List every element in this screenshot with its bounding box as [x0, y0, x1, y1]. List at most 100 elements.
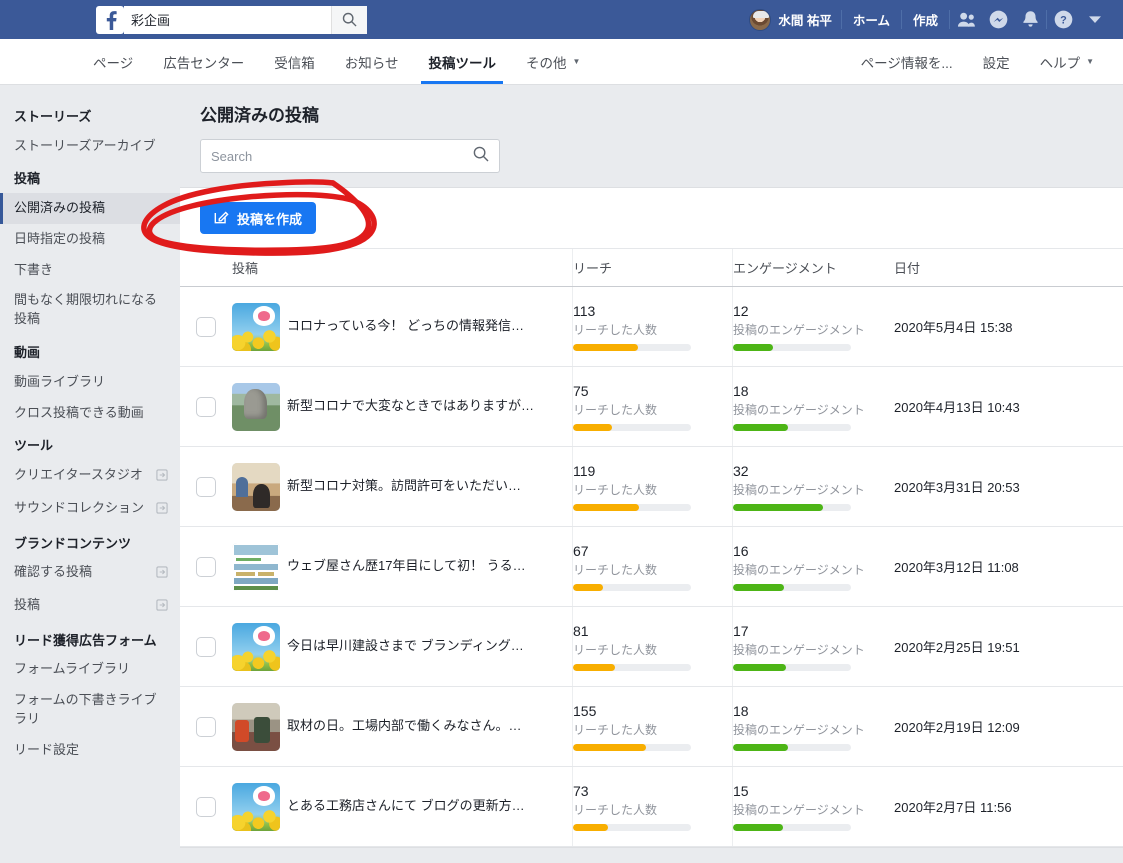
sidebar-group-title: ツール: [14, 438, 54, 454]
row-checkbox[interactable]: [196, 716, 216, 737]
avatar: [749, 8, 772, 31]
post-thumbnail[interactable]: [232, 782, 280, 831]
row-select-cell: [180, 556, 232, 577]
settings-link[interactable]: 設定: [968, 39, 1025, 84]
account-dropdown-icon[interactable]: [1079, 7, 1111, 33]
main-header: 公開済みの投稿: [180, 85, 1123, 173]
post-thumbnail[interactable]: [232, 382, 280, 431]
friend-requests-icon[interactable]: [950, 7, 982, 33]
tab-page[interactable]: ページ: [78, 39, 148, 84]
sidebar-item-label: 公開済みの投稿: [14, 199, 106, 215]
page-info-link[interactable]: ページ情報を...: [846, 39, 968, 84]
table-row[interactable]: ウェブ屋さん歴17年目にして初！ うる… 67 リーチした人数 16 投稿のエンゲージメ…: [180, 527, 1123, 607]
sidebar-item[interactable]: クリエイタースタジオ: [0, 460, 180, 493]
sidebar-item[interactable]: ストーリーズアーカイブ: [0, 131, 180, 162]
reach-cell: 155 リーチした人数: [572, 687, 732, 766]
sidebar-group-title: リード獲得広告フォーム: [14, 632, 157, 648]
sidebar-item[interactable]: リード設定: [0, 735, 180, 766]
tab-label: 設定: [982, 55, 1010, 71]
page-section-tabs: ページ 広告センター 受信箱 お知らせ 投稿ツール その他 ▼ ページ情報を..…: [0, 39, 1123, 85]
global-search-input[interactable]: [124, 5, 331, 34]
sidebar-item[interactable]: 動画ライブラリ: [0, 367, 180, 398]
engagement-bar: [733, 583, 851, 591]
sidebar-item[interactable]: サウンドコレクション: [0, 493, 180, 526]
main-content: 公開済みの投稿 投稿を作成 投稿: [180, 85, 1123, 863]
sidebar-item[interactable]: 間もなく期限切れになる投稿: [0, 285, 180, 335]
sidebar-item[interactable]: 日時指定の投稿: [0, 224, 180, 255]
help-link[interactable]: ヘルプ ▼: [1025, 39, 1109, 84]
create-post-button[interactable]: 投稿を作成: [200, 202, 317, 234]
post-title[interactable]: 新型コロナで大変なときではありますが…: [287, 398, 534, 415]
tab-notifications[interactable]: お知らせ: [330, 39, 414, 84]
row-checkbox[interactable]: [196, 796, 216, 817]
reach-cell: 81 リーチした人数: [572, 607, 732, 686]
row-checkbox[interactable]: [196, 476, 216, 497]
table-row[interactable]: とある工務店さんにて ブログの更新方… 73 リーチした人数 15 投稿のエンゲージメン…: [180, 767, 1123, 847]
post-title[interactable]: ウェブ屋さん歴17年目にして初！ うる…: [287, 558, 526, 575]
post-thumbnail[interactable]: [232, 302, 280, 351]
sidebar-item[interactable]: 確認する投稿: [0, 557, 180, 590]
account-profile-link[interactable]: 水間 祐平: [740, 7, 840, 33]
posts-table: 投稿 リーチ エンゲージメント 日付 コロナっている今！ どっちの情報発信… 11…: [180, 249, 1123, 847]
post-date: 2020年5月4日 15:38: [894, 320, 1013, 335]
home-link[interactable]: ホーム: [842, 10, 901, 29]
reach-label: リーチした人数: [573, 562, 658, 577]
reach-value: 119: [573, 463, 596, 480]
table-row[interactable]: 新型コロナ対策。訪問許可をいただい… 119 リーチした人数 32 投稿のエンゲージメン…: [180, 447, 1123, 527]
tab-ad-center[interactable]: 広告センター: [148, 39, 259, 84]
engagement-bar: [733, 663, 851, 671]
sidebar-item-label: リード設定: [14, 741, 80, 757]
sidebar-group-title: ブランドコンテンツ: [14, 535, 132, 551]
table-row[interactable]: 今日は早川建設さまで ブランディング… 81 リーチした人数 17 投稿のエンゲージメン…: [180, 607, 1123, 687]
post-title[interactable]: 新型コロナ対策。訪問許可をいただい…: [287, 478, 521, 495]
tab-publishing-tools[interactable]: 投稿ツール: [413, 39, 511, 84]
create-link[interactable]: 作成: [902, 10, 949, 29]
reach-bar: [573, 343, 691, 351]
reach-bar: [573, 823, 691, 831]
post-thumbnail[interactable]: [232, 462, 280, 511]
row-checkbox[interactable]: [196, 316, 216, 337]
row-checkbox[interactable]: [196, 556, 216, 577]
sidebar-item[interactable]: 公開済みの投稿: [0, 192, 180, 224]
row-select-cell: [180, 636, 232, 657]
engagement-cell: 15 投稿のエンゲージメント: [732, 767, 894, 846]
table-row[interactable]: 新型コロナで大変なときではありますが… 75 リーチした人数 18 投稿のエンゲージメン…: [180, 367, 1123, 447]
post-title[interactable]: 今日は早川建設さまで ブランディング…: [287, 638, 524, 655]
sidebar-group-title: ストーリーズ: [14, 109, 92, 124]
sidebar-item[interactable]: 下書き: [0, 255, 180, 286]
reach-bar: [573, 743, 691, 751]
post-title[interactable]: コロナっている今！ どっちの情報発信…: [287, 318, 524, 335]
reach-cell: 75 リーチした人数: [572, 367, 732, 446]
tab-inbox[interactable]: 受信箱: [259, 39, 330, 84]
notifications-bell-icon[interactable]: [1014, 7, 1046, 33]
tab-more[interactable]: その他 ▼: [511, 39, 595, 84]
post-thumbnail[interactable]: [232, 542, 280, 591]
sidebar-item-label: サウンドコレクション: [14, 499, 145, 515]
post-title[interactable]: 取材の日。工場内部で働くみなさん。…: [287, 718, 522, 735]
svg-text:?: ?: [1060, 15, 1067, 27]
global-search-box[interactable]: [124, 5, 367, 34]
post-title[interactable]: とある工務店さんにて ブログの更新方…: [287, 798, 525, 815]
sidebar-item[interactable]: 投稿: [0, 590, 180, 623]
column-header-engagement-label: エンゲージメント: [733, 261, 837, 276]
table-row[interactable]: コロナっている今！ どっちの情報発信… 113 リーチした人数 12 投稿のエンゲージメ…: [180, 287, 1123, 367]
post-search-box[interactable]: [200, 139, 500, 173]
column-header-post: 投稿: [232, 261, 259, 276]
post-search-input[interactable]: [211, 148, 473, 164]
row-checkbox[interactable]: [196, 636, 216, 657]
post-thumbnail[interactable]: [232, 702, 280, 751]
messenger-icon[interactable]: [982, 7, 1014, 33]
sidebar-item[interactable]: クロス投稿できる動画: [0, 398, 180, 429]
table-row[interactable]: 取材の日。工場内部で働くみなさん。… 155 リーチした人数 18 投稿のエンゲージメン…: [180, 687, 1123, 767]
sidebar-item[interactable]: フォームライブラリ: [0, 654, 180, 685]
facebook-logo-icon[interactable]: [96, 5, 124, 34]
search-icon[interactable]: [331, 5, 367, 34]
row-checkbox[interactable]: [196, 396, 216, 417]
search-icon[interactable]: [473, 146, 489, 167]
help-icon[interactable]: ?: [1047, 7, 1079, 33]
sidebar-item[interactable]: フォームの下書きライブラリ: [0, 685, 180, 735]
post-thumbnail[interactable]: [232, 622, 280, 671]
engagement-cell: 18 投稿のエンゲージメント: [732, 367, 894, 446]
tab-label: お知らせ: [344, 55, 399, 71]
sidebar-item-label: クロス投稿できる動画: [14, 404, 144, 420]
